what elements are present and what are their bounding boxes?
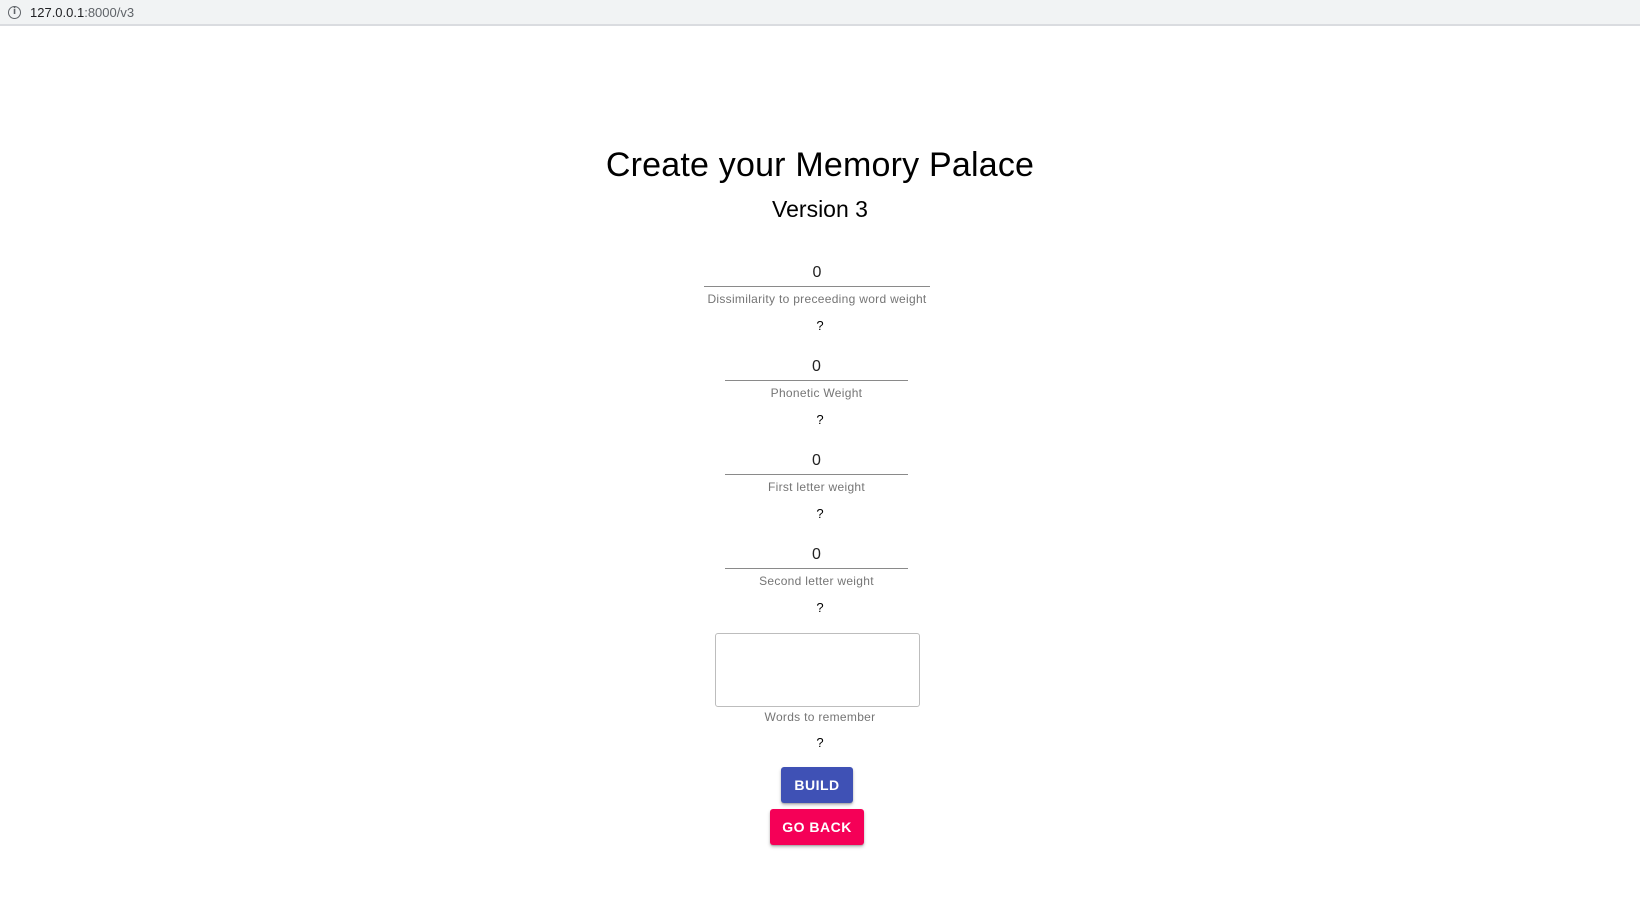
first-letter-weight-input[interactable] (725, 444, 908, 475)
second-letter-weight-label: Second letter weight (759, 574, 874, 588)
dissimilarity-weight-input[interactable] (704, 256, 930, 287)
go-back-button[interactable]: GO BACK (770, 809, 864, 845)
dissimilarity-help-icon[interactable]: ? (0, 318, 1640, 333)
first-letter-field: First letter weight (725, 444, 908, 494)
words-to-remember-label: Words to remember (764, 710, 876, 724)
phonetic-help-icon[interactable]: ? (0, 412, 1640, 427)
second-letter-weight-input[interactable] (725, 538, 908, 569)
url-host: 127.0.0.1 (30, 4, 85, 20)
page-title: Create your Memory Palace (605, 146, 1035, 184)
address-bar[interactable]: i 127.0.0.1:8000/v3 (0, 0, 1640, 26)
dissimilarity-field: Dissimilarity to preceeding word weight (704, 256, 930, 306)
info-icon[interactable]: i (8, 5, 21, 19)
second-letter-field: Second letter weight (725, 538, 908, 588)
first-letter-help-icon[interactable]: ? (0, 506, 1640, 521)
phonetic-weight-label: Phonetic Weight (770, 386, 863, 400)
second-letter-help-icon[interactable]: ? (0, 600, 1640, 615)
phonetic-weight-input[interactable] (725, 350, 908, 381)
page-subtitle: Version 3 (772, 196, 868, 222)
dissimilarity-weight-label: Dissimilarity to preceeding word weight (707, 292, 927, 306)
phonetic-field: Phonetic Weight (725, 350, 908, 400)
first-letter-weight-label: First letter weight (767, 480, 866, 494)
words-to-remember-textarea[interactable] (715, 633, 920, 707)
main-content: Create your Memory Palace Version 3 Diss… (0, 28, 1640, 910)
url-text[interactable]: 127.0.0.1:8000/v3 (30, 5, 134, 20)
words-help-icon[interactable]: ? (0, 735, 1640, 750)
url-path: :8000/v3 (84, 4, 135, 20)
build-button[interactable]: BUILD (781, 767, 853, 803)
